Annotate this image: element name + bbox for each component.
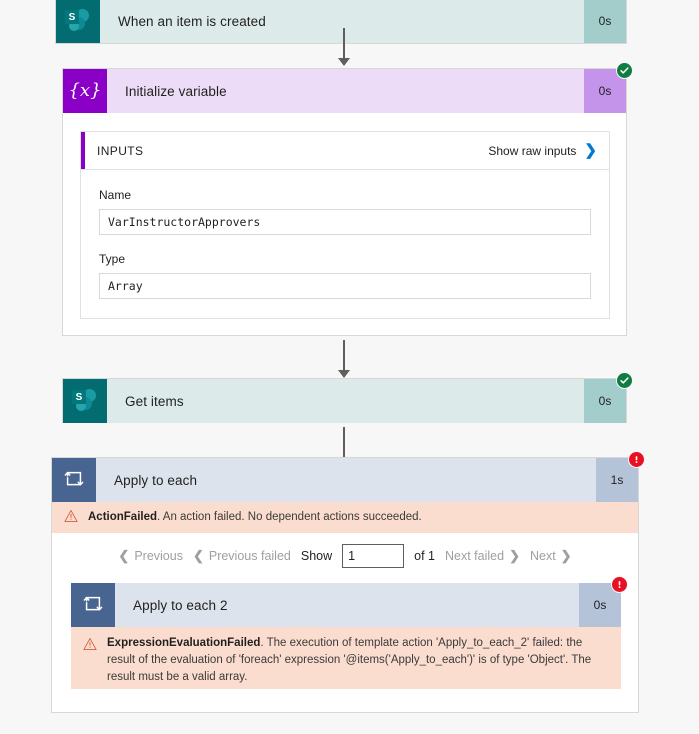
error-message-apply-to-each: ActionFailed. An action failed. No depen… bbox=[52, 502, 638, 533]
status-badge-succeeded bbox=[616, 62, 633, 79]
previous-failed-button[interactable]: ❮ Previous failed bbox=[193, 548, 291, 564]
error-text-apply-to-each-2: ExpressionEvaluationFailed. The executio… bbox=[107, 635, 611, 686]
action-header-apply-to-each-2[interactable]: Apply to each 2 0s bbox=[71, 576, 628, 627]
error-code-apply-to-each-2: ExpressionEvaluationFailed bbox=[107, 637, 261, 649]
chevron-right-icon: ❯ bbox=[509, 548, 520, 563]
field-name: Name VarInstructorApprovers bbox=[99, 188, 591, 235]
iteration-pager: ❮ Previous ❮ Previous failed Show of 1 N… bbox=[52, 533, 638, 579]
status-badge-failed bbox=[611, 576, 628, 593]
warning-icon bbox=[64, 509, 78, 528]
warning-icon bbox=[83, 637, 97, 656]
sharepoint-icon: S bbox=[63, 379, 107, 423]
action-card-initialize-variable[interactable]: {x} Initialize variable 0s INPUTS Show r… bbox=[62, 62, 633, 336]
action-duration-trigger: 0s bbox=[584, 0, 626, 43]
connector-arrow-2 bbox=[335, 340, 353, 380]
chevron-left-icon: ❮ bbox=[192, 548, 204, 563]
next-label: Next bbox=[529, 549, 556, 563]
show-raw-inputs-link[interactable]: Show raw inputs ❯ bbox=[488, 143, 597, 158]
error-code-apply-to-each: ActionFailed bbox=[88, 511, 158, 523]
inputs-panel-header: INPUTS Show raw inputs ❯ bbox=[81, 132, 609, 170]
previous-button[interactable]: ❮ Previous bbox=[118, 548, 183, 564]
field-value-name[interactable]: VarInstructorApprovers bbox=[99, 209, 591, 235]
variable-icon: {x} bbox=[63, 69, 107, 113]
iteration-number-input[interactable] bbox=[342, 544, 405, 568]
action-title-initialize-variable: Initialize variable bbox=[107, 69, 584, 113]
error-text-apply-to-each: ActionFailed. An action failed. No depen… bbox=[88, 509, 422, 526]
field-value-type[interactable]: Array bbox=[99, 273, 591, 299]
inputs-accent-bar bbox=[81, 132, 85, 169]
inputs-fields: Name VarInstructorApprovers Type Array bbox=[81, 170, 609, 299]
sharepoint-icon: S bbox=[56, 0, 100, 43]
field-type: Type Array bbox=[99, 252, 591, 299]
error-message-apply-to-each-2: ExpressionEvaluationFailed. The executio… bbox=[71, 627, 621, 689]
action-header-apply-to-each[interactable]: Apply to each 1s bbox=[52, 451, 645, 502]
inputs-panel: INPUTS Show raw inputs ❯ Name VarInstruc… bbox=[80, 131, 610, 319]
action-card-apply-to-each[interactable]: Apply to each 1s ActionFailed. An action… bbox=[51, 451, 645, 713]
action-header-initialize-variable[interactable]: {x} Initialize variable 0s bbox=[63, 62, 633, 113]
next-button[interactable]: Next ❯ bbox=[530, 548, 572, 564]
connector-arrow-1 bbox=[335, 28, 353, 68]
field-label-name: Name bbox=[99, 188, 132, 202]
action-title-apply-to-each: Apply to each bbox=[96, 458, 596, 502]
inputs-heading: INPUTS bbox=[97, 143, 144, 158]
action-title-apply-to-each-2: Apply to each 2 bbox=[115, 583, 579, 627]
loop-icon bbox=[71, 583, 115, 627]
action-card-get-items[interactable]: S Get items 0s bbox=[62, 372, 633, 423]
chevron-right-icon: ❯ bbox=[560, 548, 572, 563]
action-title-get-items: Get items bbox=[107, 379, 584, 423]
previous-failed-label: Previous failed bbox=[208, 549, 291, 563]
previous-label: Previous bbox=[134, 549, 183, 563]
show-label: Show bbox=[300, 549, 333, 563]
chevron-left-icon: ❮ bbox=[118, 548, 130, 563]
flow-run-canvas: S When an item is created 0s {x} Initial… bbox=[0, 0, 699, 734]
show-raw-inputs-label: Show raw inputs bbox=[488, 143, 577, 158]
next-failed-button[interactable]: Next failed ❯ bbox=[445, 548, 520, 564]
of-total-label: of 1 bbox=[414, 549, 435, 563]
status-badge-failed bbox=[628, 451, 645, 468]
action-card-apply-to-each-2[interactable]: Apply to each 2 0s ExpressionEvaluationF… bbox=[71, 576, 628, 689]
chevron-right-icon: ❯ bbox=[584, 142, 597, 159]
action-header-get-items[interactable]: S Get items 0s bbox=[63, 372, 633, 423]
status-badge-succeeded bbox=[616, 372, 633, 389]
error-detail-apply-to-each: . An action failed. No dependent actions… bbox=[157, 511, 422, 523]
next-failed-label: Next failed bbox=[445, 549, 505, 563]
field-label-type: Type bbox=[99, 252, 126, 266]
loop-icon bbox=[52, 458, 96, 502]
